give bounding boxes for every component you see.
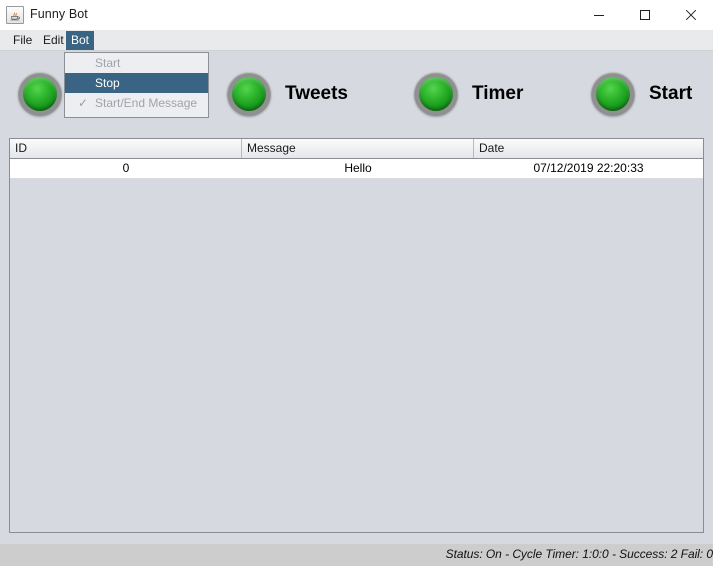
- menu-option-label: Stop: [95, 76, 120, 90]
- java-coffee-cup-icon: [6, 6, 24, 24]
- toolbar-button-start[interactable]: Start: [591, 52, 692, 136]
- table-cell-date: 07/12/2019 22:20:33: [533, 161, 644, 175]
- toolbar-button-timer[interactable]: Timer: [414, 52, 523, 136]
- table-cell-message: Hello: [344, 161, 372, 175]
- toolbar-button-label: Tweets: [285, 83, 349, 104]
- menu-option-label: Start/End Message: [95, 96, 198, 110]
- table-row[interactable]: 0 Hello 07/12/2019 22:20:33: [10, 159, 703, 179]
- menu-item-bot[interactable]: Bot: [66, 31, 95, 50]
- title-bar: Funny Bot: [0, 0, 713, 31]
- toolbar-button-label: Start: [649, 83, 693, 104]
- window-title: Funny Bot: [30, 7, 88, 21]
- table-column-header-id[interactable]: ID: [10, 139, 242, 158]
- green-led-on-icon: [227, 72, 271, 116]
- messages-table: ID Message Date 0 Hello 07/12/2019 22:20…: [9, 138, 704, 533]
- maximize-icon[interactable]: [622, 0, 667, 30]
- bot-menu-dropdown: Start Stop ✓ Start/End Message: [64, 52, 209, 118]
- toolbar-button-tweets[interactable]: Tweets: [227, 52, 348, 136]
- table-column-header-date[interactable]: Date: [474, 139, 703, 158]
- table-cell-id: 0: [122, 161, 130, 175]
- toolbar-button-label: Timer: [472, 83, 524, 104]
- menu-option-start-end-message[interactable]: ✓ Start/End Message: [65, 93, 208, 113]
- menu-option-start[interactable]: Start: [65, 53, 208, 73]
- checkmark-icon: ✓: [77, 96, 89, 110]
- menu-item-file[interactable]: File: [8, 31, 37, 50]
- status-text: Status: On - Cycle Timer: 1:0:0 - Succes…: [445, 547, 713, 561]
- menu-bar: File Edit Bot: [0, 31, 713, 51]
- green-led-on-icon: [591, 72, 635, 116]
- menu-option-stop[interactable]: Stop: [65, 73, 208, 93]
- menu-item-edit[interactable]: Edit: [38, 31, 69, 50]
- table-column-header-message[interactable]: Message: [242, 139, 474, 158]
- table-header-row: ID Message Date: [10, 139, 703, 159]
- green-led-on-icon: [414, 72, 458, 116]
- menu-option-label: Start: [95, 56, 121, 70]
- minimize-icon[interactable]: [576, 0, 621, 30]
- status-bar: Status: On - Cycle Timer: 1:0:0 - Succes…: [0, 544, 713, 566]
- green-led-on-icon: [18, 72, 62, 116]
- app-window: Funny Bot File Edit Bot Tweets Timer Sta…: [0, 0, 713, 566]
- close-icon[interactable]: [668, 0, 713, 30]
